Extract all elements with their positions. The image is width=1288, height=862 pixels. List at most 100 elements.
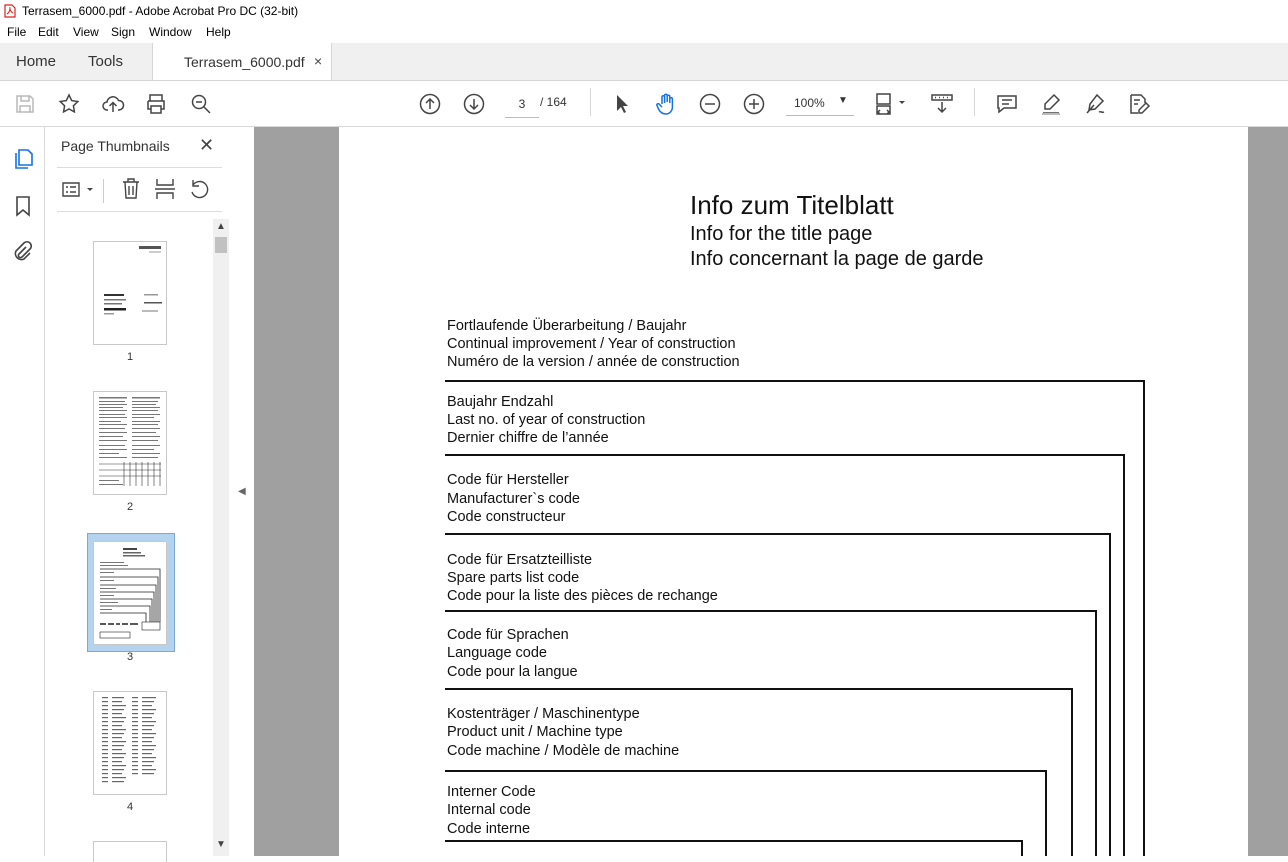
thumbnail-label: 4 (126, 801, 134, 813)
close-panel-icon[interactable]: ✕ (199, 135, 214, 156)
bracket-line (445, 688, 1073, 690)
rotate-page-icon[interactable] (188, 177, 210, 201)
bracket-line (445, 610, 1097, 612)
print-icon[interactable] (144, 92, 168, 116)
page-thumbnails-icon[interactable] (12, 148, 34, 170)
bracket-line (1109, 533, 1111, 856)
bracket-line (1123, 454, 1125, 856)
bracket-line (445, 380, 1145, 382)
page-thumbnail-4[interactable] (93, 691, 167, 795)
section-line: Fortlaufende Überarbeitung / Baujahr (447, 318, 687, 334)
panel-divider (57, 211, 222, 212)
panel-divider (57, 167, 222, 168)
chevron-down-icon: ▼ (838, 95, 848, 106)
tab-document[interactable]: Terrasem_6000.pdf × (152, 43, 332, 80)
close-tab-icon[interactable]: × (314, 53, 322, 69)
bookmarks-icon[interactable] (13, 195, 33, 217)
thumbnail-label: 3 (126, 651, 134, 663)
collapse-panel-icon[interactable]: ◀ (238, 486, 246, 497)
tab-tools[interactable]: Tools (88, 53, 123, 70)
section-line: Code interne (447, 821, 531, 837)
scroll-up-icon[interactable]: ▲ (216, 221, 226, 232)
tab-document-label: Terrasem_6000.pdf (184, 54, 305, 70)
section-line: Numéro de la version / année de construc… (447, 354, 740, 370)
pdf-app-icon (4, 4, 16, 18)
pdf-page: Info zum Titelblatt Info for the title p… (339, 127, 1248, 856)
bracket-line (1021, 840, 1023, 856)
doc-title-fr: Info concernant la page de garde (690, 248, 984, 270)
attachments-paperclip-icon[interactable] (12, 240, 33, 262)
zoom-in-icon[interactable] (742, 92, 766, 116)
delete-page-trash-icon[interactable] (121, 177, 141, 201)
bookmark-star-icon[interactable] (57, 92, 81, 116)
save-icon[interactable] (13, 92, 37, 116)
panel-title: Page Thumbnails (61, 138, 170, 154)
thumbnail-label: 1 (126, 351, 134, 363)
section-line: Dernier chiffre de l’année (447, 430, 609, 446)
bracket-line (445, 533, 1111, 535)
tab-home[interactable]: Home (16, 53, 56, 70)
page-thumbnail-3[interactable] (93, 541, 167, 645)
menu-bar: File Edit View Sign Window Help (0, 22, 1288, 43)
menu-view[interactable]: View (73, 25, 99, 39)
bracket-line (445, 770, 1047, 772)
toolbar-separator (974, 88, 975, 116)
menu-sign[interactable]: Sign (111, 25, 135, 39)
document-view[interactable]: Info zum Titelblatt Info for the title p… (254, 127, 1288, 856)
section-line: Last no. of year of construction (447, 412, 646, 428)
section-line: Code constructeur (447, 509, 566, 525)
page-total-label: / 164 (540, 95, 567, 109)
next-page-icon[interactable] (462, 92, 486, 116)
tab-bar: Home Tools Terrasem_6000.pdf × (0, 43, 1288, 81)
zoom-out-icon[interactable] (698, 92, 722, 116)
window-title: Terrasem_6000.pdf - Adobe Acrobat Pro DC… (22, 4, 299, 18)
page-number-input[interactable] (505, 91, 539, 118)
bracket-line (445, 840, 1023, 842)
thumbnail-scrollbar[interactable] (213, 219, 229, 856)
zoom-level-dropdown[interactable]: 100% ▼ (786, 91, 854, 116)
zoom-level-value: 100% (794, 96, 825, 110)
panel-toolbar-separator (103, 179, 104, 203)
insert-page-icon[interactable] (154, 177, 176, 201)
bracket-line (1045, 770, 1047, 856)
section-line: Baujahr Endzahl (447, 394, 554, 410)
menu-window[interactable]: Window (149, 25, 192, 39)
scrollbar-thumb[interactable] (215, 237, 227, 253)
upload-cloud-icon[interactable] (101, 92, 125, 116)
page-thumbnail-5[interactable] (93, 841, 167, 862)
scroll-down-icon[interactable]: ▼ (216, 839, 226, 850)
section-line: Language code (447, 645, 547, 661)
thumbnail-options-icon[interactable] (61, 179, 97, 201)
page-thumbnail-2[interactable] (93, 391, 167, 495)
section-line: Code pour la liste des pièces de rechang… (447, 588, 718, 604)
doc-title-en: Info for the title page (690, 223, 873, 245)
toolbar-separator (590, 88, 591, 116)
highlight-pen-icon[interactable] (1039, 92, 1063, 116)
hand-tool-icon[interactable] (654, 92, 678, 116)
page-display-icon[interactable] (874, 92, 908, 116)
edit-pdf-icon[interactable] (1127, 92, 1151, 116)
section-line: Continual improvement / Year of construc… (447, 336, 736, 352)
previous-page-icon[interactable] (418, 92, 442, 116)
section-line: Code pour la langue (447, 664, 578, 680)
page-thumbnails-panel: Page Thumbnails ✕ 1 2 3 4 ▲ ▼ (45, 127, 254, 862)
section-line: Code machine / Modèle de machine (447, 743, 680, 759)
menu-help[interactable]: Help (206, 25, 231, 39)
bracket-line (1071, 688, 1073, 856)
sign-pen-icon[interactable] (1083, 92, 1107, 116)
comment-icon[interactable] (995, 92, 1019, 116)
bracket-line (1095, 610, 1097, 856)
page-thumbnail-1[interactable] (93, 241, 167, 345)
search-zoom-icon[interactable] (189, 92, 213, 116)
select-cursor-icon[interactable] (610, 92, 634, 116)
main-toolbar: / 164 100% ▼ (0, 81, 1288, 127)
doc-title-de: Info zum Titelblatt (690, 190, 894, 220)
menu-edit[interactable]: Edit (38, 25, 59, 39)
menu-file[interactable]: File (7, 25, 26, 39)
section-line: Code für Sprachen (447, 627, 569, 643)
scroll-mode-icon[interactable] (930, 92, 954, 116)
section-line: Kostenträger / Maschinentype (447, 706, 640, 722)
section-line: Product unit / Machine type (447, 724, 623, 740)
bracket-line (445, 454, 1125, 456)
section-line: Spare parts list code (447, 570, 580, 586)
